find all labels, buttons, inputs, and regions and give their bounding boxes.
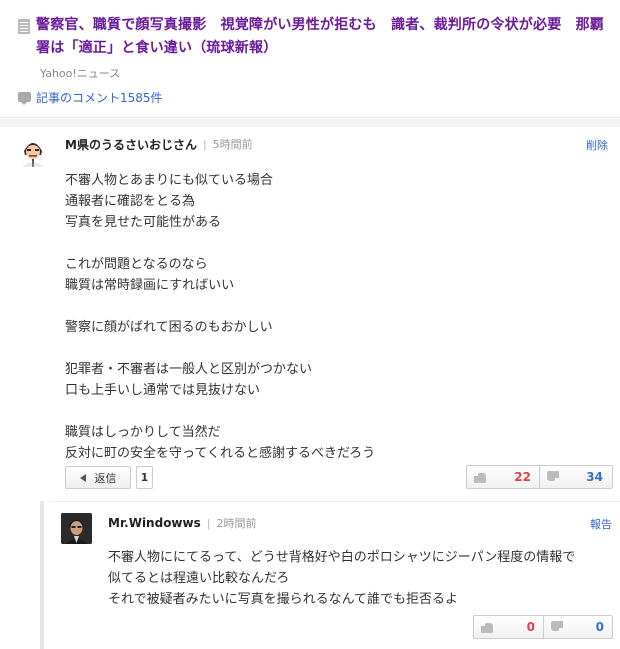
reply-disagree-count: 0 [595, 620, 604, 634]
meta-separator: | [206, 516, 211, 530]
article-source: Yahoo!ニュース [40, 67, 121, 80]
article-header: 警察官、職質で顔写真撮影 視覚障がい男性が拒むも 識者、裁判所の令状が必要 那覇… [0, 0, 620, 118]
comment-count-link[interactable]: 記事のコメント1585件 [18, 89, 163, 105]
reply-button-label: 返信 [94, 471, 117, 485]
reply-agree-button[interactable]: 0 [474, 616, 543, 638]
reply-agree-count: 0 [526, 620, 535, 634]
reply-body: 不審人物ににてるって、どうせ背格好や白のポロシャツにジーパン程度の情報で 似てる… [108, 550, 576, 607]
reply-time: 2時間前 [216, 517, 257, 530]
disagree-button[interactable]: 34 [539, 466, 611, 488]
comment-meta: M県のうるさいおじさん | 5時間前 [65, 136, 253, 152]
avatar[interactable] [18, 137, 48, 167]
thumbs-up-icon [474, 471, 486, 483]
reply-meta: Mr.Windowws | 2時間前 [108, 515, 256, 531]
comment-bubble-icon [18, 92, 31, 105]
thumbs-down-icon [551, 621, 563, 633]
agree-button[interactable]: 22 [467, 466, 539, 488]
comment-time: 5時間前 [212, 138, 253, 151]
meta-separator: | [202, 137, 207, 151]
thumbs-up-icon [481, 621, 493, 633]
reply-avatar[interactable] [61, 513, 92, 544]
reply-indent-bar [40, 501, 44, 649]
vote-buttons: 22 34 [466, 465, 613, 489]
comment-count-label: 記事のコメント1585件 [36, 90, 163, 105]
section-divider [0, 119, 620, 127]
reply-user-name[interactable]: Mr.Windowws [108, 516, 201, 530]
disagree-count: 34 [586, 470, 603, 484]
reply-button[interactable]: 返信 [65, 466, 131, 489]
comment-user-name[interactable]: M県のうるさいおじさん [65, 136, 197, 153]
reply-disagree-button[interactable]: 0 [543, 616, 612, 638]
document-icon [18, 19, 30, 34]
article-title[interactable]: 警察官、職質で顔写真撮影 視覚障がい男性が拒むも 識者、裁判所の令状が必要 那覇… [36, 14, 606, 60]
reply-vote-buttons: 0 0 [473, 615, 613, 639]
thumbs-down-icon [547, 471, 559, 483]
report-link[interactable]: 報告 [590, 516, 612, 532]
reply-arrow-icon [79, 473, 86, 482]
agree-count: 22 [514, 470, 531, 484]
comment-body: 不審人物とあまりにも似ている場合 通報者に確認をとる為 写真を見せた可能性がある… [65, 173, 376, 461]
reply-count[interactable]: 1 [136, 466, 153, 489]
delete-link[interactable]: 削除 [586, 137, 608, 153]
